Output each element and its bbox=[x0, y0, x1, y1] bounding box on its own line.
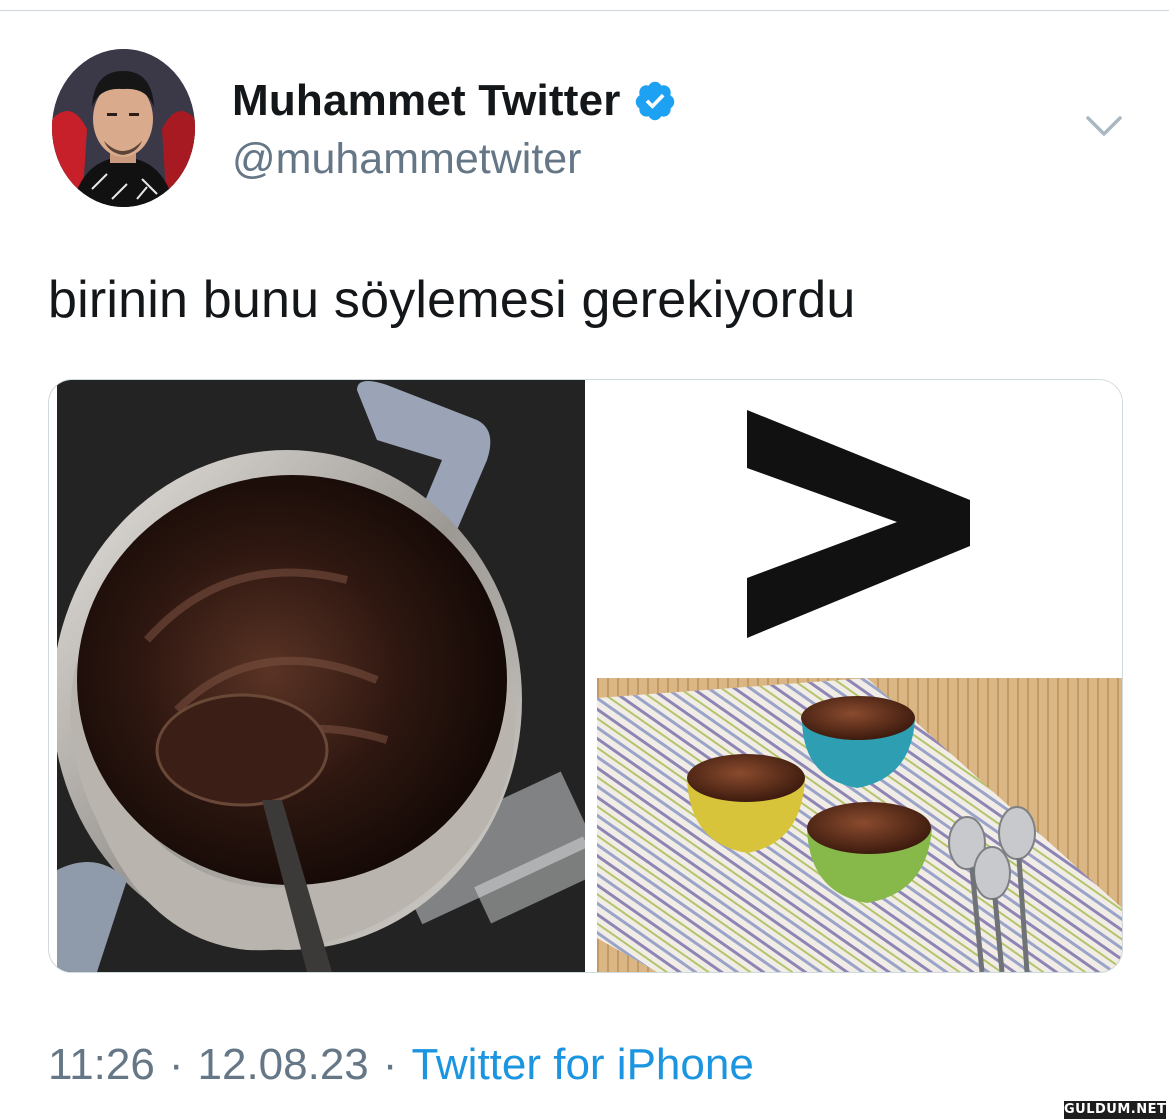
tweet-text: birinin bunu söylemesi gerekiyordu bbox=[48, 271, 856, 329]
chevron-down-icon[interactable] bbox=[1085, 112, 1123, 140]
tweet-time[interactable]: 11:26 bbox=[48, 1040, 155, 1090]
greater-than-sign[interactable] bbox=[585, 380, 1122, 678]
media-grid[interactable] bbox=[48, 379, 1123, 973]
tweet-date[interactable]: 12.08.23 bbox=[198, 1040, 369, 1090]
site-watermark: GULDUM.NET bbox=[1064, 1101, 1167, 1119]
author-display-name[interactable]: Muhammet Twitter bbox=[232, 76, 621, 126]
author-name-row[interactable]: Muhammet Twitter bbox=[232, 76, 677, 126]
avatar[interactable] bbox=[52, 49, 195, 207]
tweet-source-link[interactable]: Twitter for iPhone bbox=[411, 1040, 753, 1090]
verified-badge-icon bbox=[635, 81, 674, 121]
meta-separator: · bbox=[382, 1040, 398, 1089]
tweet-meta: 11:26 · 12.08.23 · Twitter for iPhone bbox=[48, 1040, 754, 1090]
chocolate-pot-photo[interactable] bbox=[57, 380, 585, 972]
meta-separator: · bbox=[168, 1040, 184, 1089]
top-divider bbox=[0, 10, 1169, 11]
author-handle[interactable]: @muhammetwiter bbox=[232, 135, 582, 184]
pudding-bowls-photo[interactable] bbox=[597, 678, 1122, 972]
